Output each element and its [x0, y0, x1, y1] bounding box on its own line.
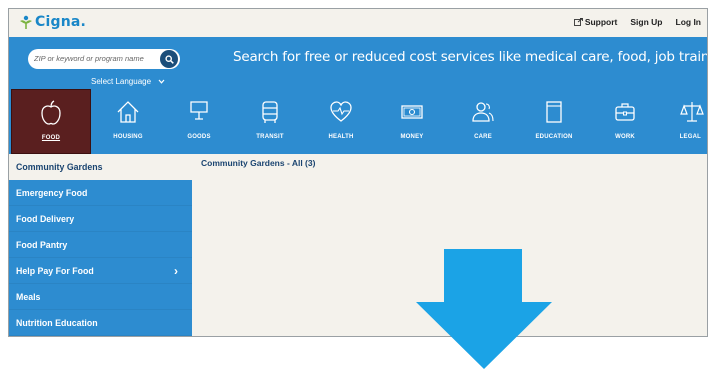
people-icon: [472, 102, 494, 122]
scales-icon: [680, 102, 704, 122]
external-link-icon: [573, 18, 583, 26]
support-label: Support: [584, 17, 618, 27]
logo-text: Cigna.: [35, 14, 87, 30]
browser-viewport: Cigna. Support Sign Up Log In S: [8, 8, 708, 337]
chevron-down-icon: [158, 79, 165, 84]
category-label: MONEY: [400, 134, 424, 140]
sidebar-item-food-delivery[interactable]: Food Delivery: [9, 206, 192, 232]
search-box: [28, 49, 180, 69]
banknote-icon: [401, 105, 423, 119]
category-label: GOODS: [187, 134, 211, 140]
tagline: Search for free or reduced cost services…: [233, 49, 707, 65]
category-label: LEGAL: [679, 134, 701, 140]
category-food[interactable]: FOOD: [11, 89, 91, 154]
category-money[interactable]: MONEY: [376, 89, 448, 154]
sidebar-item-emergency-food[interactable]: Emergency Food: [9, 180, 192, 206]
book-icon: [546, 101, 562, 123]
sidebar-item-label: Food Pantry: [16, 240, 68, 250]
category-label: CARE: [474, 134, 492, 140]
heart-pulse-icon: [330, 101, 352, 122]
briefcase-icon: [615, 103, 635, 121]
category-nav: FOOD HOUSING GOODS TRANSIT HEALTH MONEY …: [9, 89, 707, 154]
category-transit[interactable]: TRANSIT: [234, 89, 306, 154]
sidebar-item-label: Emergency Food: [16, 188, 88, 198]
apple-icon: [41, 100, 61, 125]
sidebar-item-label: Food Delivery: [16, 214, 75, 224]
sidebar-item-food-pantry[interactable]: Food Pantry: [9, 232, 192, 258]
category-label: HOUSING: [113, 134, 143, 140]
category-education[interactable]: EDUCATION: [518, 89, 590, 154]
sidebar-item-community-gardens[interactable]: Community Gardens: [9, 154, 192, 180]
category-label: FOOD: [41, 135, 61, 141]
search-icon: [164, 54, 174, 64]
chevron-right-icon: ›: [174, 264, 178, 278]
house-icon: [117, 101, 139, 123]
category-label: EDUCATION: [535, 134, 573, 140]
category-legal[interactable]: LEGAL: [653, 89, 707, 154]
category-label: HEALTH: [328, 134, 354, 140]
results-heading: Community Gardens - All (3): [201, 158, 316, 168]
sidebar-item-label: Nutrition Education: [16, 318, 98, 328]
bus-icon: [262, 101, 278, 123]
lamp-icon: [190, 101, 208, 120]
search-band: Select Language Search for free or reduc…: [9, 37, 707, 89]
category-housing[interactable]: HOUSING: [92, 89, 164, 154]
support-link[interactable]: Support: [573, 17, 618, 27]
login-link[interactable]: Log In: [676, 17, 702, 27]
sidebar-item-nutrition-education[interactable]: Nutrition Education: [9, 310, 192, 336]
category-goods[interactable]: GOODS: [163, 89, 235, 154]
tree-of-life-icon: [20, 15, 32, 29]
top-links: Support Sign Up Log In: [561, 17, 701, 27]
category-work[interactable]: WORK: [589, 89, 661, 154]
category-health[interactable]: HEALTH: [305, 89, 377, 154]
sidebar-item-help-pay-for-food[interactable]: Help Pay For Food ›: [9, 258, 192, 284]
category-label: TRANSIT: [256, 134, 284, 140]
signup-link[interactable]: Sign Up: [630, 17, 662, 27]
sidebar-item-label: Meals: [16, 292, 41, 302]
top-bar: Cigna. Support Sign Up Log In: [9, 9, 707, 37]
language-select[interactable]: Select Language: [91, 77, 165, 86]
sidebar-item-meals[interactable]: Meals: [9, 284, 192, 310]
sidebar-item-label: Help Pay For Food: [16, 266, 94, 276]
search-input[interactable]: [34, 51, 152, 66]
cigna-logo[interactable]: Cigna.: [19, 14, 86, 30]
search-button[interactable]: [160, 50, 178, 68]
subcategory-sidebar: Community Gardens Emergency Food Food De…: [9, 154, 192, 336]
sidebar-item-label: Community Gardens: [16, 162, 103, 172]
category-label: WORK: [615, 134, 635, 140]
language-label: Select Language: [91, 77, 152, 86]
arrow-down-icon: [416, 249, 552, 369]
category-care[interactable]: CARE: [447, 89, 519, 154]
